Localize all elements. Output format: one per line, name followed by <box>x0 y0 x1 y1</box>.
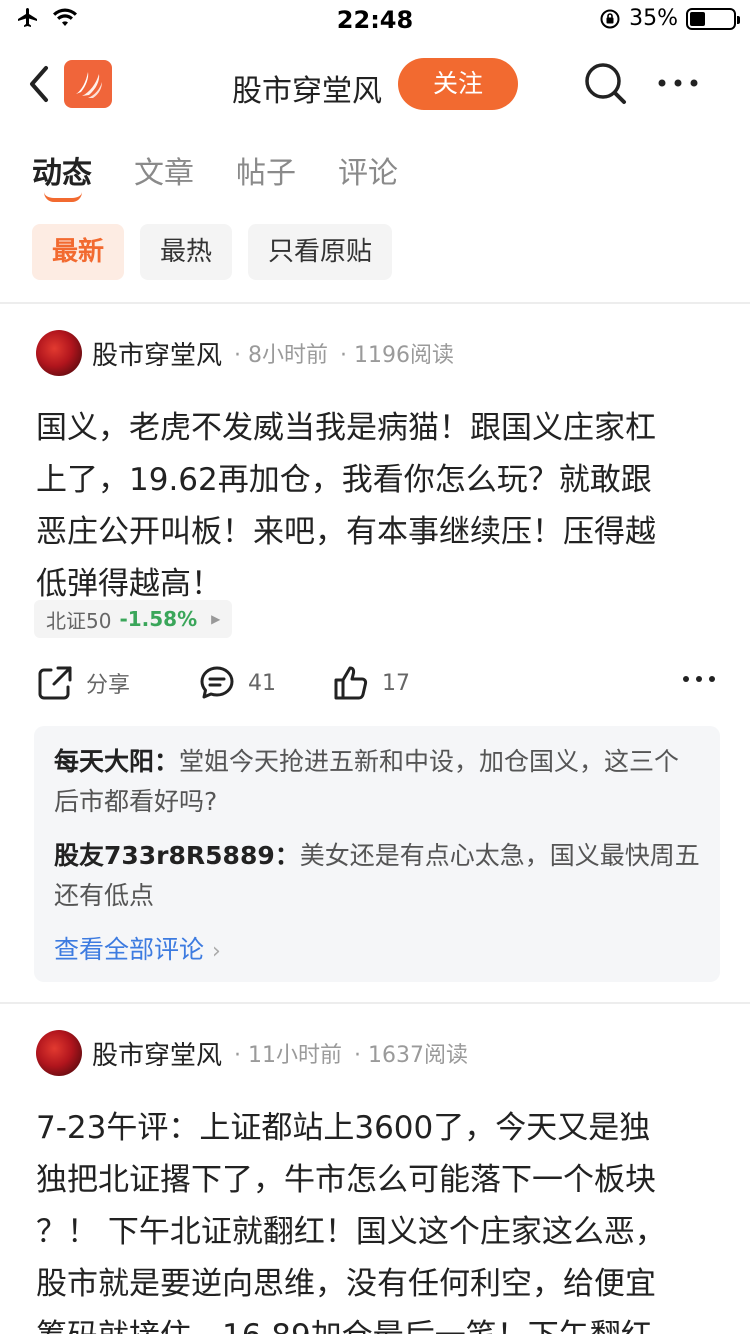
like-button[interactable]: 17 <box>332 664 410 702</box>
battery-percent: 35% <box>629 6 678 31</box>
post-body-line: 国义，老虎不发威当我是病猫！跟国义庄家杠 <box>36 410 656 446</box>
post-body-line: 筹码就接住，16.89加仓最后一笔！下午翻红 <box>36 1310 720 1334</box>
post-reads: · 1196阅读 <box>340 343 454 368</box>
back-arrow-icon[interactable] <box>22 62 58 106</box>
status-right: 35% <box>599 6 740 31</box>
tab-articles[interactable]: 文章 <box>134 148 194 204</box>
share-icon <box>38 666 72 700</box>
tab-dynamic[interactable]: 动态 <box>32 148 92 204</box>
stock-change: -1.58% <box>119 607 198 631</box>
tab-label: 文章 <box>134 156 194 191</box>
divider <box>0 302 750 304</box>
filter-hottest[interactable]: 最热 <box>140 224 233 280</box>
battery-icon <box>686 7 740 30</box>
post-body-line: 7-23午评：上证都站上3600了，今天又是独 <box>36 1110 651 1146</box>
post-author[interactable]: 股市穿堂风 <box>92 335 222 372</box>
stock-name: 北证50 <box>46 608 112 633</box>
post-body[interactable]: 国义，老虎不发威当我是病猫！跟国义庄家杠 上了，19.62再加仓，我看你怎么玩？… <box>36 402 720 610</box>
post-more-icon[interactable] <box>682 674 716 684</box>
follow-button[interactable]: 关注 <box>398 58 518 110</box>
tab-label: 评论 <box>338 156 398 191</box>
avatar[interactable] <box>36 330 82 376</box>
orientation-lock-icon <box>600 9 620 28</box>
share-button[interactable]: 分享 <box>36 664 130 702</box>
tab-active-indicator <box>44 192 82 202</box>
status-bar: 22:48 35% <box>0 0 750 40</box>
chevron-right-icon: › <box>211 939 221 964</box>
post-time: · 11小时前 <box>234 1043 342 1068</box>
comment-button[interactable]: 41 <box>198 664 276 702</box>
like-count: 17 <box>382 670 410 696</box>
page-title: 股市穿堂风 <box>232 74 382 109</box>
comment-icon <box>200 666 234 699</box>
thumbs-up-icon <box>334 666 368 700</box>
filter-original-only[interactable]: 只看原贴 <box>248 224 393 280</box>
comment-item[interactable]: 每天大阳：堂姐今天抢进五新和中设，加仓国义，这三个后市都看好吗? <box>54 742 700 822</box>
view-all-label: 查看全部评论 <box>54 935 205 964</box>
share-label: 分享 <box>86 673 131 698</box>
tab-posts[interactable]: 帖子 <box>236 148 296 204</box>
post-author[interactable]: 股市穿堂风 <box>92 1035 222 1072</box>
post-body[interactable]: 7-23午评：上证都站上3600了，今天又是独 独把北证撂下了，牛市怎么可能落下… <box>36 1102 720 1334</box>
header: 股市穿堂风 关注 <box>0 48 750 124</box>
triangle-right-icon: ▶ <box>211 612 221 626</box>
post-reads: · 1637阅读 <box>354 1043 468 1068</box>
post-actions: 分享 41 17 <box>36 664 716 704</box>
post-body-line: 上了，19.62再加仓，我看你怎么玩？就敢跟 <box>36 462 652 498</box>
comment-count: 41 <box>248 670 276 696</box>
post-meta: 股市穿堂风 · 11小时前 · 1637阅读 <box>36 1030 468 1076</box>
tab-label: 帖子 <box>236 156 296 191</box>
post-body-line: 恶庄公开叫板！来吧，有本事继续压！压得越 <box>36 514 656 550</box>
post-body-line: ？！ 下午北证就翻红！国义这个庄家这么恶， <box>36 1214 666 1250</box>
filter-latest[interactable]: 最新 <box>32 224 125 280</box>
search-icon[interactable] <box>582 60 630 108</box>
more-icon[interactable] <box>656 68 700 98</box>
post-body-line: 股市就是要逆向思维，没有任何利空，给便宜 <box>36 1266 656 1302</box>
view-all-comments-link[interactable]: 查看全部评论 › <box>54 930 700 972</box>
tab-label: 动态 <box>32 156 92 191</box>
app-logo[interactable] <box>64 60 112 108</box>
tab-comments[interactable]: 评论 <box>338 148 398 204</box>
battery-level <box>690 11 705 26</box>
comment-item[interactable]: 股友733r8R5889：美女还是有点心太急，国义最快周五还有低点 <box>54 836 700 916</box>
post-card[interactable]: 股市穿堂风 · 11小时前 · 1637阅读 7-23午评：上证都站上3600了… <box>0 1030 750 1334</box>
comments-preview[interactable]: 每天大阳：堂姐今天抢进五新和中设，加仓国义，这三个后市都看好吗? 股友733r8… <box>34 726 720 982</box>
post-body-line: 独把北证撂下了，牛市怎么可能落下一个板块 <box>36 1162 656 1198</box>
comment-user[interactable]: 每天大阳： <box>54 747 179 776</box>
stock-tag[interactable]: 北证50 -1.58% ▶ <box>34 600 233 638</box>
comment-user[interactable]: 股友733r8R5889： <box>54 841 300 870</box>
divider <box>0 1002 750 1004</box>
tab-bar: 动态 文章 帖子 评论 <box>32 148 398 204</box>
filter-bar: 最新 最热 只看原贴 <box>32 224 393 280</box>
post-meta: 股市穿堂风 · 8小时前 · 1196阅读 <box>36 330 454 376</box>
post-card[interactable]: 股市穿堂风 · 8小时前 · 1196阅读 国义，老虎不发威当我是病猫！跟国义庄… <box>0 330 750 990</box>
avatar[interactable] <box>36 1030 82 1076</box>
post-time: · 8小时前 <box>234 343 328 368</box>
